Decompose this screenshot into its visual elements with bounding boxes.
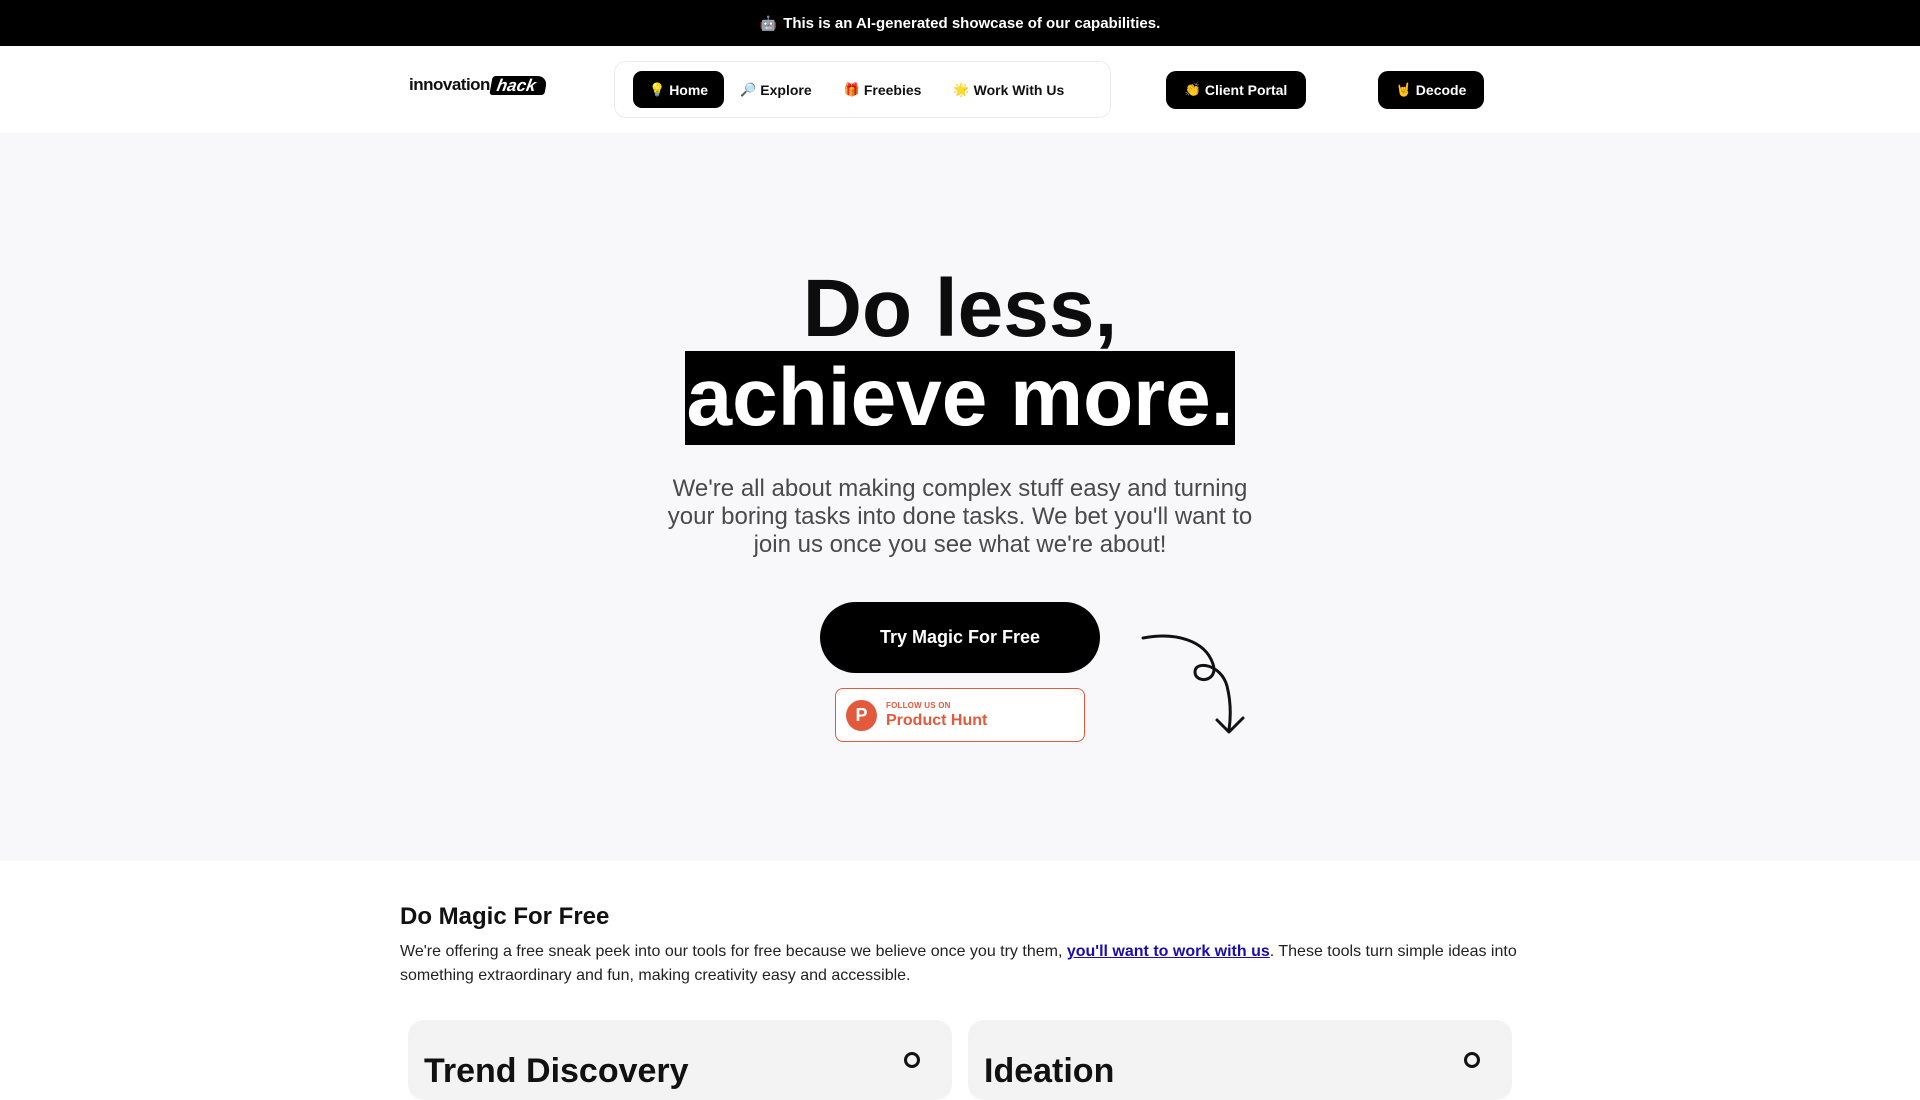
nav-item-explore[interactable]: 🔎 Explore <box>724 71 828 108</box>
lightbulb-icon: 💡 <box>649 81 666 97</box>
tool-card-ideation[interactable]: Ideation <box>968 1020 1512 1100</box>
brand-logo-part1: innovation <box>409 75 490 94</box>
nav-item-work-with-us[interactable]: 🌟 Work With Us <box>937 71 1080 108</box>
product-hunt-label: Product Hunt <box>886 711 988 729</box>
client-portal-button[interactable]: 👏 Client Portal <box>1166 71 1306 109</box>
nav-item-label: Work With Us <box>973 81 1065 98</box>
tool-card-trend-discovery[interactable]: Trend Discovery <box>408 1020 952 1100</box>
section-title: Do Magic For Free <box>400 903 610 930</box>
brand-logo-part2: hack <box>489 75 548 95</box>
card-title: Ideation <box>984 1052 1115 1090</box>
card-title: Trend Discovery <box>424 1052 689 1090</box>
hero-section: Do less, achieve more. We're all about m… <box>0 133 1920 861</box>
section-text-before: We're offering a free sneak peek into ou… <box>400 943 1067 960</box>
magnifier-icon: 🔎 <box>740 81 757 97</box>
nav-item-label: Home <box>669 81 709 98</box>
work-with-us-link[interactable]: you'll want to work with us <box>1067 943 1270 960</box>
gift-icon: 🎁 <box>843 81 860 97</box>
site-header: innovation hack 💡 Home 🔎 Explore 🎁 Freeb… <box>0 46 1920 133</box>
nav-item-label: Explore <box>760 81 812 98</box>
circle-icon <box>904 1052 920 1068</box>
product-hunt-caption: FOLLOW US ON <box>886 700 951 710</box>
product-hunt-badge[interactable]: P FOLLOW US ON Product Hunt <box>835 688 1085 742</box>
rock-hand-icon: 🤘 <box>1395 82 1412 97</box>
main-nav: 💡 Home 🔎 Explore 🎁 Freebies 🌟 Work With … <box>614 61 1111 118</box>
nav-item-label: Freebies <box>863 81 922 98</box>
decode-label: Decode <box>1415 82 1467 98</box>
curly-arrow-icon <box>1141 634 1245 734</box>
decode-button[interactable]: 🤘 Decode <box>1378 71 1484 109</box>
hero-headline-line2: achieve more. <box>684 351 1236 445</box>
brand-logo[interactable]: innovation hack <box>409 75 548 95</box>
robot-icon: 🤖 <box>759 14 778 31</box>
try-magic-button[interactable]: Try Magic For Free <box>820 602 1100 673</box>
nav-item-freebies[interactable]: 🎁 Freebies <box>828 71 938 108</box>
hero-lead-text: We're all about making complex stuff eas… <box>667 475 1253 558</box>
hero-headline-line1: Do less, <box>802 263 1118 354</box>
circle-icon <box>1464 1052 1480 1068</box>
client-portal-label: Client Portal <box>1204 82 1288 98</box>
star-icon: 🌟 <box>953 81 970 97</box>
section-description: We're offering a free sneak peek into ou… <box>400 940 1520 988</box>
banner-text: This is an AI-generated showcase of our … <box>783 14 1161 32</box>
product-hunt-icon: P <box>846 699 877 731</box>
nav-item-home[interactable]: 💡 Home <box>633 71 725 108</box>
clap-icon: 👏 <box>1184 82 1201 97</box>
ai-showcase-banner: 🤖 This is an AI-generated showcase of ou… <box>0 0 1920 46</box>
do-magic-section: Do Magic For Free We're offering a free … <box>400 903 1520 988</box>
